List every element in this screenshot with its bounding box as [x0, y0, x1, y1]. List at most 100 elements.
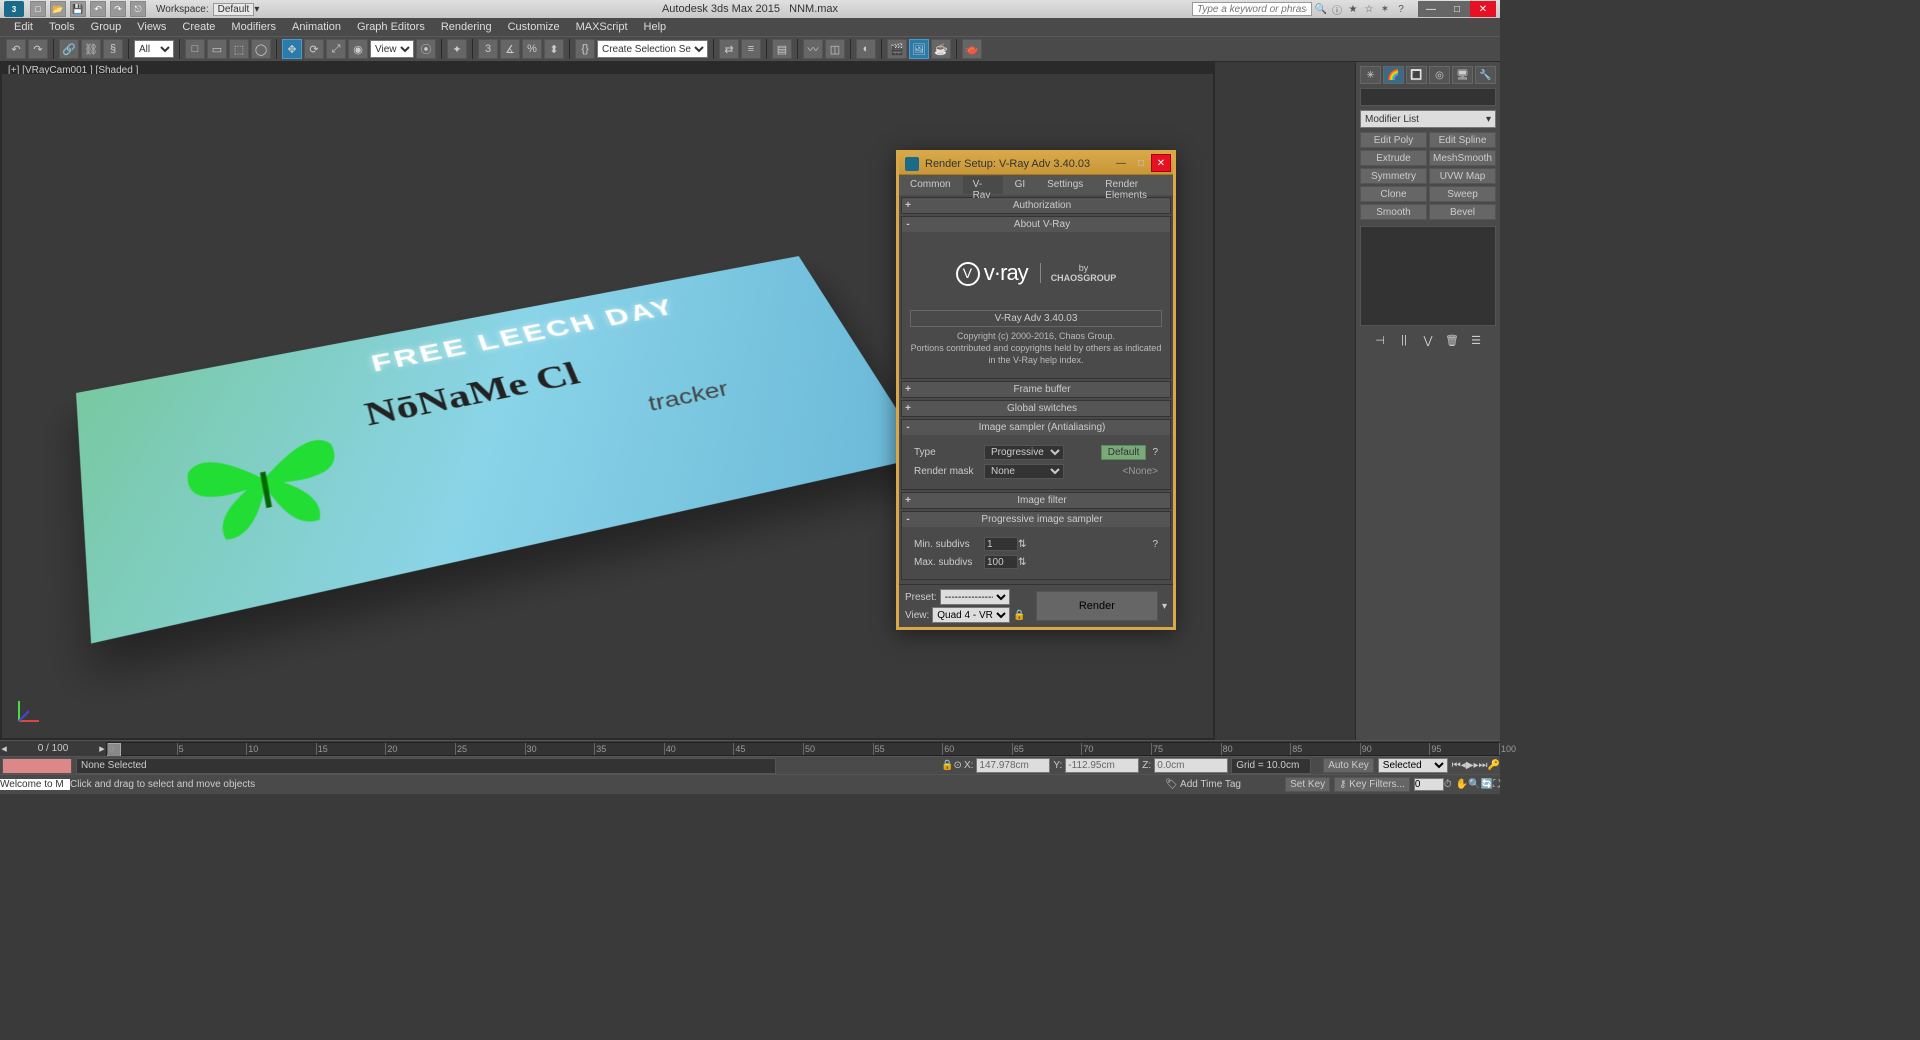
goto-end-icon[interactable]: ⏭: [1479, 760, 1488, 771]
help-icon[interactable]: ?: [1152, 447, 1158, 458]
help-icon[interactable]: ?: [1152, 539, 1158, 550]
max-subdivs-input[interactable]: [984, 555, 1018, 569]
mod-editspline-button[interactable]: Edit Spline: [1429, 132, 1496, 148]
open-icon[interactable]: 📂: [50, 1, 66, 17]
cross-icon[interactable]: ✶: [1378, 2, 1392, 16]
utilities-tab-icon[interactable]: 🔧: [1475, 66, 1496, 84]
x-coord-input[interactable]: [976, 758, 1050, 773]
welcome-field[interactable]: Welcome to M: [0, 779, 70, 790]
material-icon[interactable]: ◐: [856, 39, 876, 59]
menu-edit[interactable]: Edit: [6, 21, 41, 33]
remove-mod-icon[interactable]: 🗑: [1443, 332, 1461, 348]
mod-uvwmap-button[interactable]: UVW Map: [1429, 168, 1496, 184]
workspace-value[interactable]: Default: [213, 3, 255, 16]
render-dropdown-icon[interactable]: ▾: [1162, 601, 1167, 612]
rotate-tool-icon[interactable]: ⟳: [304, 39, 324, 59]
star2-icon[interactable]: ☆: [1362, 2, 1376, 16]
preset-select[interactable]: -------------------: [940, 589, 1010, 605]
mirror-icon[interactable]: ⇄: [719, 39, 739, 59]
menu-customize[interactable]: Customize: [500, 21, 568, 33]
mod-sweep-button[interactable]: Sweep: [1429, 186, 1496, 202]
nav-zoom-icon[interactable]: 🔍: [1468, 779, 1480, 790]
move-tool-icon[interactable]: ✥: [282, 39, 302, 59]
bind-tool-icon[interactable]: §: [103, 39, 123, 59]
spinner-snap-icon[interactable]: ⬍: [544, 39, 564, 59]
keyframe-icon[interactable]: 🔑: [1488, 760, 1500, 771]
spinner-icon[interactable]: ⇅: [1018, 557, 1026, 568]
mod-extrude-button[interactable]: Extrude: [1360, 150, 1427, 166]
angle-snap-icon[interactable]: ∡: [500, 39, 520, 59]
rollout-prog-sampler[interactable]: -Progressive image sampler: [902, 512, 1170, 527]
keyfilters-button[interactable]: ⚷ Key Filters...: [1334, 777, 1410, 792]
unique-icon[interactable]: ⋁: [1419, 332, 1437, 348]
schematic-icon[interactable]: ◫: [825, 39, 845, 59]
modifier-stack[interactable]: [1360, 226, 1496, 326]
render-setup-icon[interactable]: 🎬: [887, 39, 907, 59]
link-icon[interactable]: ⎋: [130, 1, 146, 17]
rollout-image-filter[interactable]: +Image filter: [902, 493, 1170, 508]
motion-tab-icon[interactable]: ◎: [1429, 66, 1450, 84]
unlink-tool-icon[interactable]: ⛓: [81, 39, 101, 59]
menu-group[interactable]: Group: [83, 21, 130, 33]
min-subdivs-input[interactable]: [984, 537, 1018, 551]
sel-paint-icon[interactable]: ◯: [251, 39, 271, 59]
menu-maxscript[interactable]: MAXScript: [568, 21, 636, 33]
menu-modifiers[interactable]: Modifiers: [223, 21, 284, 33]
script-status[interactable]: [2, 758, 72, 774]
render-titlebar[interactable]: Render Setup: V-Ray Adv 3.40.03 — □ ✕: [899, 153, 1173, 175]
named-sel-icon[interactable]: {}: [575, 39, 595, 59]
time-ruler[interactable]: 0510152025303540455055606570758085909510…: [106, 742, 1500, 756]
dialog-maximize-button[interactable]: □: [1131, 154, 1151, 172]
pin-stack-icon[interactable]: ⊣: [1371, 332, 1389, 348]
configure-icon[interactable]: ☰: [1467, 332, 1485, 348]
current-frame-input[interactable]: [1414, 778, 1444, 791]
tab-vray[interactable]: V-Ray: [962, 175, 1004, 195]
play-icon[interactable]: ▶: [1466, 760, 1474, 771]
mod-bevel-button[interactable]: Bevel: [1429, 204, 1496, 220]
mod-meshsmooth-button[interactable]: MeshSmooth: [1429, 150, 1496, 166]
menu-help[interactable]: Help: [636, 21, 675, 33]
lock-icon[interactable]: 🔒: [1013, 610, 1025, 621]
maximize-button[interactable]: □: [1444, 1, 1470, 17]
menu-rendering[interactable]: Rendering: [433, 21, 500, 33]
help-icon[interactable]: ?: [1394, 2, 1408, 16]
tab-settings[interactable]: Settings: [1036, 175, 1094, 195]
ref-coord-select[interactable]: View: [370, 40, 414, 58]
app-logo-icon[interactable]: 3: [4, 1, 24, 17]
dialog-close-button[interactable]: ✕: [1151, 154, 1171, 172]
view-select[interactable]: Quad 4 - VRayC: [932, 607, 1010, 623]
add-time-tag[interactable]: 🏷 Add Time Tag: [1165, 779, 1275, 790]
sel-marquee-icon[interactable]: ⬚: [229, 39, 249, 59]
sel-rect-icon[interactable]: □: [185, 39, 205, 59]
info-icon[interactable]: ⓘ: [1330, 2, 1344, 16]
z-coord-input[interactable]: [1154, 758, 1228, 773]
render-mask-select[interactable]: None: [984, 464, 1064, 479]
tab-common[interactable]: Common: [899, 175, 962, 195]
rollout-framebuffer[interactable]: +Frame buffer: [902, 382, 1170, 397]
rollout-about[interactable]: -About V-Ray: [902, 217, 1170, 232]
y-coord-input[interactable]: [1065, 758, 1139, 773]
menu-graph-editors[interactable]: Graph Editors: [349, 21, 433, 33]
menu-views[interactable]: Views: [129, 21, 174, 33]
snap-toggle-icon[interactable]: 3: [478, 39, 498, 59]
scale-tool-icon[interactable]: ⤢: [326, 39, 346, 59]
default-button[interactable]: Default: [1101, 445, 1147, 460]
percent-snap-icon[interactable]: %: [522, 39, 542, 59]
undo-tool-icon[interactable]: ↶: [6, 39, 26, 59]
hierarchy-tab-icon[interactable]: 🔳: [1406, 66, 1427, 84]
pivot-icon[interactable]: ⦿: [416, 39, 436, 59]
keymode-select[interactable]: Selected: [1378, 758, 1448, 773]
rollout-image-sampler[interactable]: -Image sampler (Antialiasing): [902, 420, 1170, 435]
render-prod-icon[interactable]: ☕: [931, 39, 951, 59]
dialog-minimize-button[interactable]: —: [1111, 154, 1131, 172]
minimize-button[interactable]: —: [1418, 1, 1444, 17]
curve-editor-icon[interactable]: 〰: [803, 39, 823, 59]
workspace-selector[interactable]: Workspace: Default ▾: [156, 3, 259, 16]
modify-tab-icon[interactable]: 🌈: [1383, 66, 1404, 84]
redo-tool-icon[interactable]: ↷: [28, 39, 48, 59]
named-sel-select[interactable]: Create Selection Se: [597, 40, 708, 58]
undo-icon[interactable]: ↶: [90, 1, 106, 17]
rollout-authorization[interactable]: +Authorization: [902, 198, 1170, 213]
nav-orbit-icon[interactable]: 🔄: [1481, 779, 1493, 790]
modifier-list-select[interactable]: Modifier List ▾: [1360, 110, 1496, 128]
